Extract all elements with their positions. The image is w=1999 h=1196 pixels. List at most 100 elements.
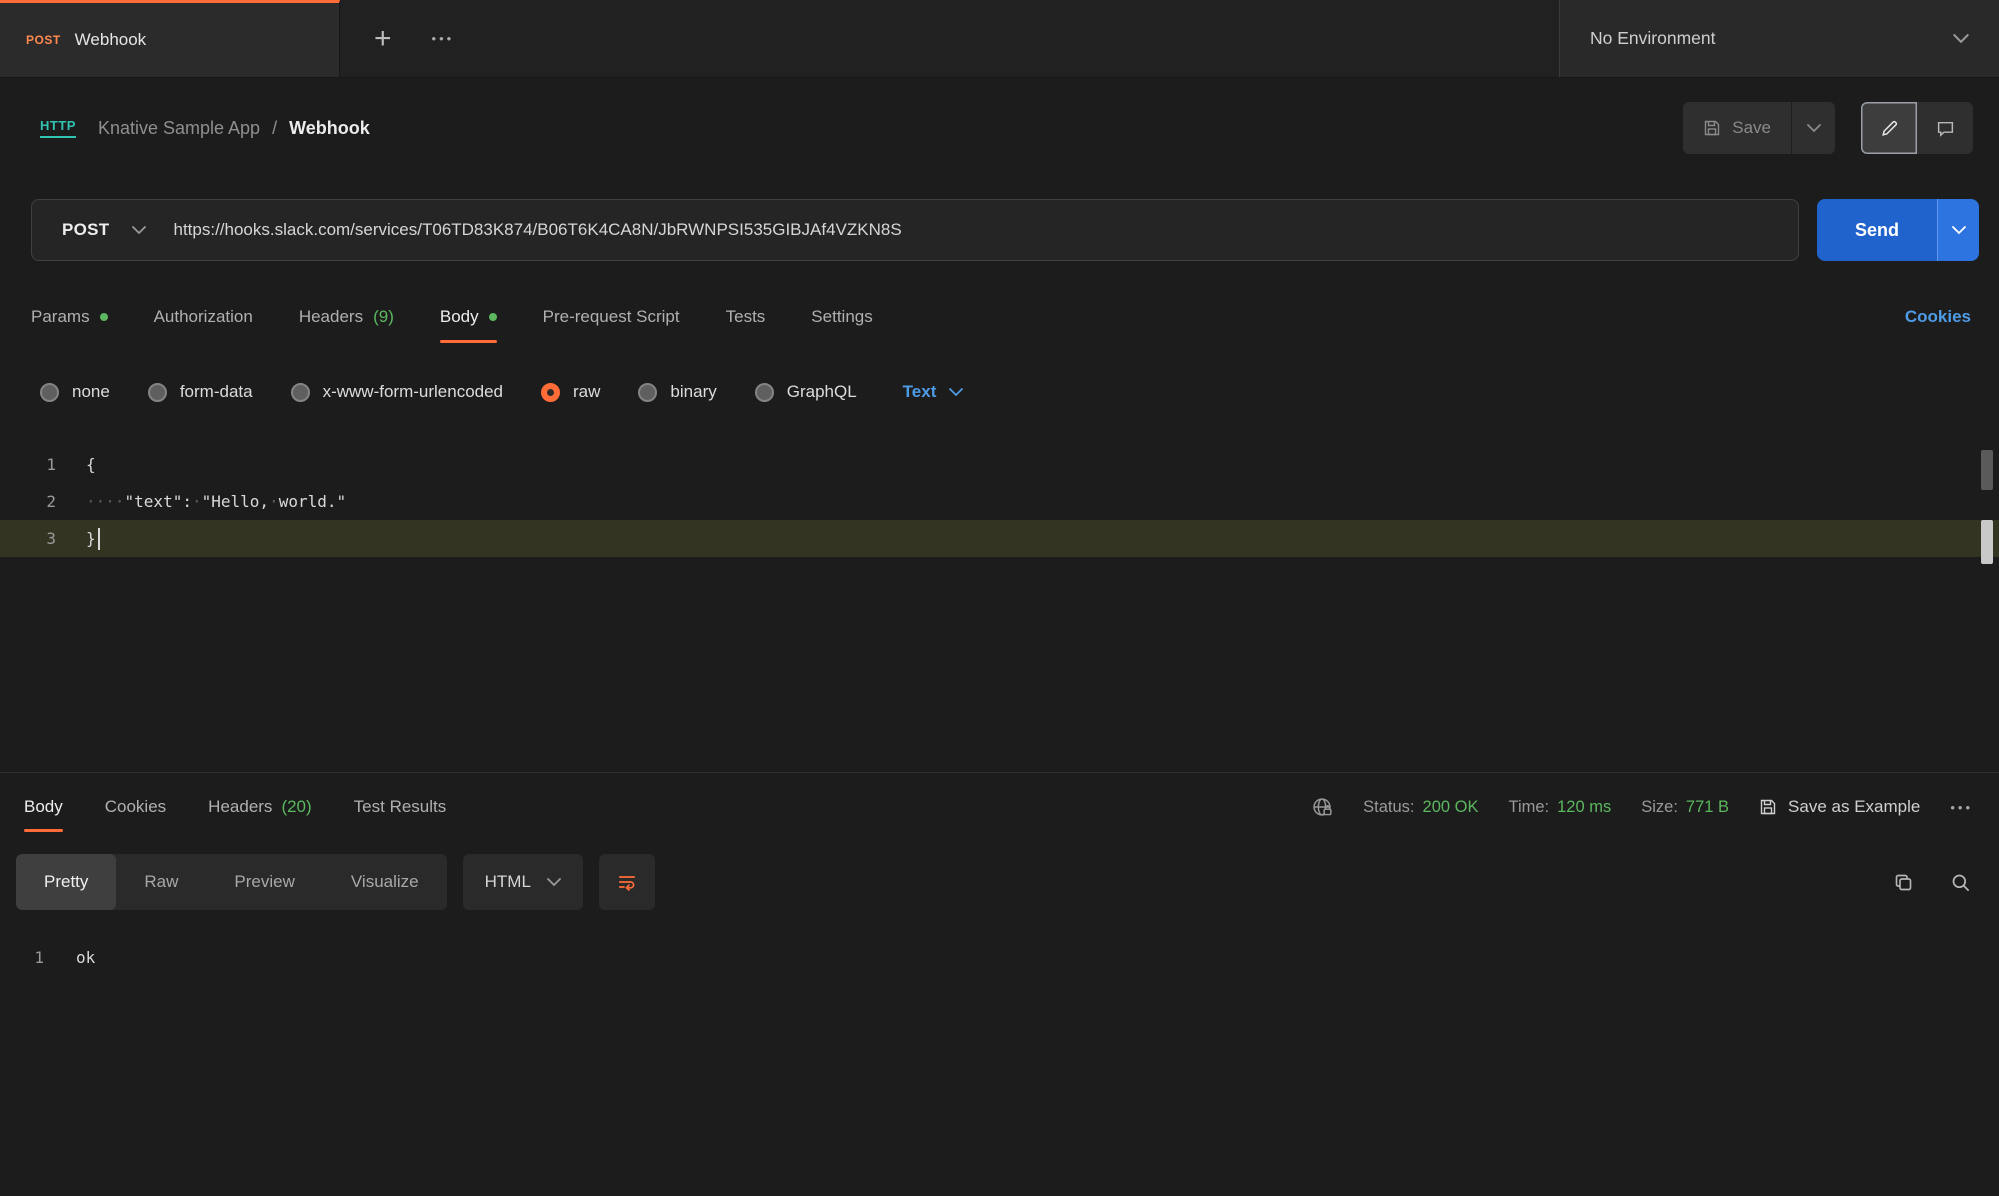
- copy-icon: [1893, 872, 1914, 893]
- method-label: POST: [62, 220, 110, 240]
- url-input[interactable]: [174, 220, 1799, 240]
- environment-selector[interactable]: No Environment: [1559, 0, 1999, 77]
- language-dropdown[interactable]: Text: [903, 382, 964, 402]
- editor-code: world.": [279, 492, 346, 511]
- wrap-lines-button[interactable]: [599, 854, 655, 910]
- size-label: Size:: [1641, 798, 1678, 817]
- response-view-controls: Pretty Raw Preview Visualize HTML: [0, 841, 1999, 923]
- response-line: 1 ok: [0, 939, 1999, 975]
- comments-button[interactable]: [1917, 102, 1973, 154]
- editor-code: "Hello,: [202, 492, 269, 511]
- tab-body[interactable]: Body: [440, 282, 497, 352]
- time-metric[interactable]: Time: 120 ms: [1508, 798, 1611, 817]
- chevron-down-icon: [1952, 226, 1966, 235]
- time-label: Time:: [1508, 798, 1549, 817]
- radio-form-data[interactable]: form-data: [148, 382, 253, 402]
- tab-tests[interactable]: Tests: [726, 282, 766, 352]
- edit-comment-group: [1861, 102, 1973, 154]
- view-pretty-button[interactable]: Pretty: [16, 854, 116, 910]
- chevron-down-icon: [547, 878, 561, 887]
- response-tab-headers-label: Headers: [208, 797, 272, 817]
- radio-none-label: none: [72, 382, 110, 402]
- view-visualize-button[interactable]: Visualize: [323, 854, 447, 910]
- network-globe-icon[interactable]: [1311, 796, 1333, 818]
- tab-settings[interactable]: Settings: [811, 282, 872, 352]
- save-as-example-button[interactable]: Save as Example: [1759, 797, 1920, 817]
- radio-raw[interactable]: raw: [541, 382, 600, 402]
- radio-none[interactable]: none: [40, 382, 110, 402]
- size-metric[interactable]: Size: 771 B: [1641, 798, 1729, 817]
- response-tab-body[interactable]: Body: [24, 773, 63, 841]
- response-body-viewer[interactable]: 1 ok: [0, 923, 1999, 975]
- send-options-button[interactable]: [1937, 199, 1979, 261]
- response-more-options-button[interactable]: •••: [1950, 800, 1973, 815]
- environment-label: No Environment: [1590, 28, 1715, 49]
- chevron-down-icon: [132, 226, 146, 235]
- radio-x-www-form-urlencoded-label: x-www-form-urlencoded: [323, 382, 503, 402]
- body-type-selector: none form-data x-www-form-urlencoded raw…: [0, 352, 1999, 432]
- request-tabs: Params Authorization Headers (9) Body Pr…: [0, 282, 1999, 352]
- chevron-down-icon: [1807, 124, 1821, 133]
- save-button[interactable]: Save: [1683, 102, 1791, 154]
- http-request-icon: HTTP: [40, 118, 76, 138]
- search-response-button[interactable]: [1950, 872, 1971, 893]
- response-format-dropdown[interactable]: HTML: [463, 854, 583, 910]
- response-tab-cookies[interactable]: Cookies: [105, 773, 166, 841]
- radio-binary[interactable]: binary: [638, 382, 716, 402]
- save-options-button[interactable]: [1791, 102, 1835, 154]
- send-button[interactable]: Send: [1817, 199, 1937, 261]
- status-label: Status:: [1363, 798, 1414, 817]
- send-button-group: Send: [1817, 199, 1979, 261]
- method-dropdown[interactable]: POST: [32, 220, 174, 240]
- response-format-label: HTML: [485, 872, 531, 892]
- breadcrumb-request-name[interactable]: Webhook: [289, 118, 370, 139]
- save-button-group: Save: [1683, 102, 1835, 154]
- request-header: HTTP Knative Sample App / Webhook Save: [0, 78, 1999, 178]
- save-button-label: Save: [1732, 118, 1771, 138]
- open-request-tab[interactable]: POST Webhook: [0, 0, 340, 77]
- tab-authorization[interactable]: Authorization: [154, 282, 253, 352]
- text-cursor: [98, 528, 100, 550]
- tab-params-label: Params: [31, 307, 90, 327]
- comment-icon: [1936, 119, 1955, 138]
- tab-more-options-button[interactable]: •••: [432, 31, 455, 46]
- view-preview-button[interactable]: Preview: [206, 854, 322, 910]
- editor-line-active: 3 }: [0, 520, 1999, 557]
- tab-params[interactable]: Params: [31, 282, 108, 352]
- radio-selected-icon: [541, 383, 560, 402]
- response-metrics: Status: 200 OK Time: 120 ms Size: 771 B …: [1311, 796, 1973, 818]
- edit-button[interactable]: [1861, 102, 1917, 154]
- status-value: 200 OK: [1423, 798, 1479, 817]
- save-as-example-label: Save as Example: [1788, 797, 1920, 817]
- search-icon: [1950, 872, 1971, 893]
- status-metric[interactable]: Status: 200 OK: [1363, 798, 1478, 817]
- response-meta-bar: Body Cookies Headers (20) Test Results S…: [0, 773, 1999, 841]
- request-body-editor[interactable]: 1 { 2 ····"text":·"Hello,·world." 3 }: [0, 432, 1999, 772]
- radio-x-www-form-urlencoded[interactable]: x-www-form-urlencoded: [291, 382, 503, 402]
- radio-binary-label: binary: [670, 382, 716, 402]
- tab-pre-request-script-label: Pre-request Script: [543, 307, 680, 327]
- response-tab-test-results[interactable]: Test Results: [354, 773, 447, 841]
- cookies-link[interactable]: Cookies: [1905, 307, 1971, 327]
- tab-headers[interactable]: Headers (9): [299, 282, 394, 352]
- response-tab-test-results-label: Test Results: [354, 797, 447, 817]
- size-value: 771 B: [1686, 798, 1729, 817]
- view-raw-button[interactable]: Raw: [116, 854, 206, 910]
- url-box: POST: [31, 199, 1799, 261]
- whitespace-dot: ·: [269, 492, 279, 511]
- top-tab-bar: POST Webhook + ••• No Environment: [0, 0, 1999, 78]
- response-code: ok: [76, 948, 95, 967]
- radio-form-data-label: form-data: [180, 382, 253, 402]
- new-tab-button[interactable]: +: [374, 24, 392, 54]
- time-value: 120 ms: [1557, 798, 1611, 817]
- header-actions: Save: [1683, 102, 1973, 154]
- chevron-down-icon: [1953, 34, 1969, 44]
- radio-graphql[interactable]: GraphQL: [755, 382, 857, 402]
- radio-circle-icon: [148, 383, 167, 402]
- response-tab-headers[interactable]: Headers (20): [208, 773, 312, 841]
- tab-pre-request-script[interactable]: Pre-request Script: [543, 282, 680, 352]
- breadcrumb-collection[interactable]: Knative Sample App: [98, 118, 260, 139]
- copy-response-button[interactable]: [1893, 872, 1914, 893]
- radio-graphql-label: GraphQL: [787, 382, 857, 402]
- scrollbar-thumb[interactable]: [1981, 450, 1993, 490]
